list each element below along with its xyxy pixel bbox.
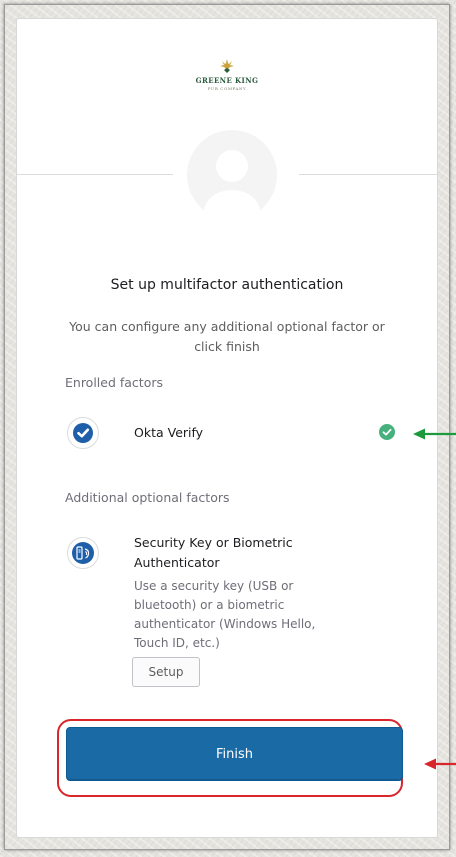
red-arrow-annotation bbox=[424, 758, 456, 770]
user-avatar bbox=[187, 130, 277, 220]
brand-logo: GREENE KING PUB COMPANY bbox=[17, 57, 437, 91]
enrolled-check-icon bbox=[379, 424, 395, 440]
page-title: Set up multifactor authentication bbox=[110, 277, 344, 293]
enrolled-factors-label: Enrolled factors bbox=[65, 375, 164, 390]
security-key-title: Security Key or Biometric Authenticator bbox=[134, 535, 293, 570]
brand-name: GREENE KING bbox=[195, 76, 259, 85]
page-subtitle: You can configure any additional optiona… bbox=[69, 319, 385, 354]
brand-crest-icon bbox=[218, 57, 236, 75]
security-key-icon bbox=[67, 537, 99, 569]
additional-factors-label: Additional optional factors bbox=[65, 490, 230, 505]
user-silhouette-icon bbox=[204, 150, 260, 220]
header-divider-left bbox=[17, 174, 173, 175]
green-arrow-annotation bbox=[413, 428, 456, 440]
security-key-description: Use a security key (USB or bluetooth) or… bbox=[134, 579, 316, 650]
finish-button[interactable]: Finish bbox=[66, 727, 403, 781]
auth-card: GREENE KING PUB COMPANY Set up multifact… bbox=[16, 18, 439, 838]
header-divider-right bbox=[299, 174, 439, 175]
okta-verify-label: Okta Verify bbox=[134, 425, 204, 440]
brand-tagline: PUB COMPANY bbox=[207, 86, 247, 91]
security-key-setup-button[interactable]: Setup bbox=[132, 657, 200, 687]
okta-verify-icon bbox=[67, 417, 99, 449]
